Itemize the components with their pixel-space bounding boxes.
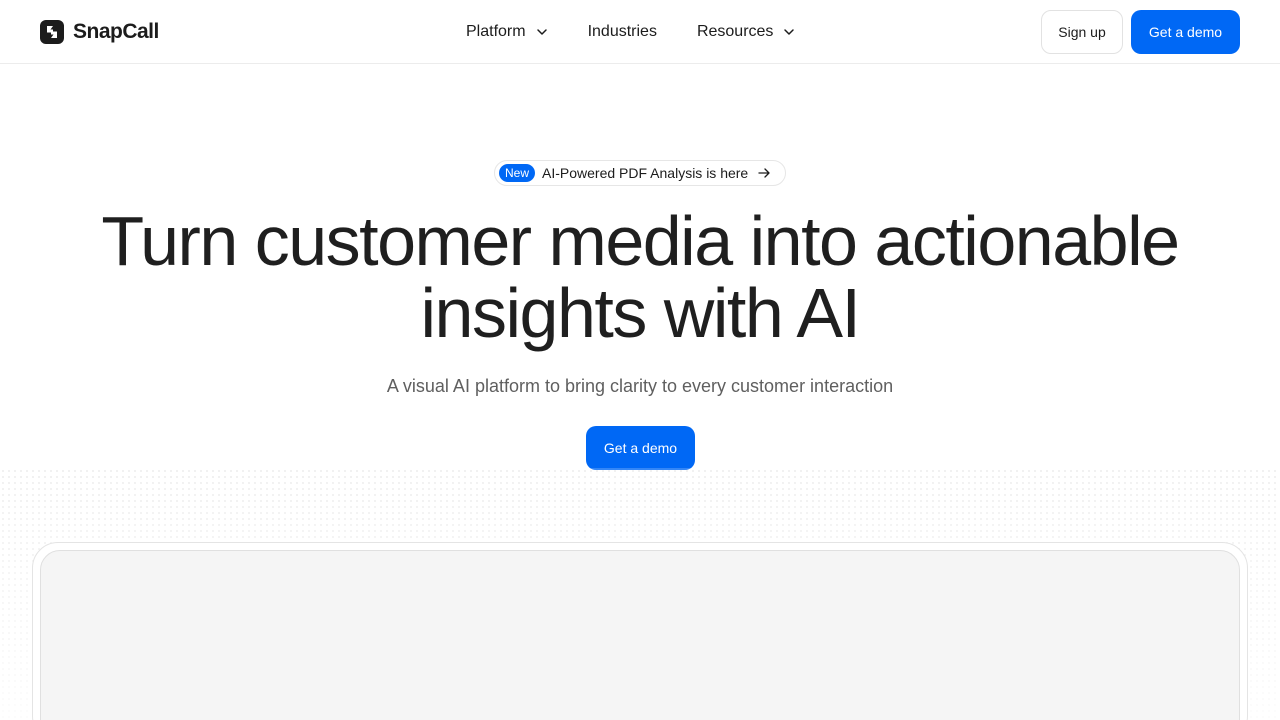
- headline-line-1: Turn customer media into actionable: [101, 202, 1180, 280]
- hero-headline: Turn customer media into actionable insi…: [40, 205, 1240, 349]
- nav-label: Resources: [696, 23, 774, 40]
- new-badge: New: [499, 164, 536, 182]
- sign-up-button[interactable]: Sign up: [1041, 10, 1123, 54]
- nav-item-industries[interactable]: Industries: [588, 23, 657, 41]
- site-header: SnapCall Platform Industries Resources S…: [0, 0, 1280, 64]
- nav-label: Industries: [587, 23, 657, 40]
- brand-name: SnapCall: [73, 20, 159, 43]
- get-demo-button-hero[interactable]: Get a demo: [586, 426, 695, 470]
- product-preview: [40, 550, 1240, 720]
- snapcall-logo-icon: [40, 20, 64, 44]
- main-nav: Platform Industries Resources: [466, 19, 795, 45]
- headline-line-2: insights with AI: [420, 274, 862, 352]
- hero-subheadline: A visual AI platform to bring clarity to…: [386, 376, 894, 396]
- brand-logo[interactable]: SnapCall: [40, 19, 159, 45]
- nav-item-resources[interactable]: Resources: [697, 23, 795, 41]
- arrow-right-icon: [758, 168, 770, 178]
- announcement-text: AI-Powered PDF Analysis is here: [542, 165, 749, 181]
- nav-label: Platform: [466, 23, 526, 40]
- get-demo-button-header[interactable]: Get a demo: [1131, 10, 1240, 54]
- nav-item-platform[interactable]: Platform: [466, 23, 548, 41]
- chevron-down-icon: [784, 29, 795, 35]
- chevron-down-icon: [536, 29, 547, 35]
- announcement-pill[interactable]: New AI-Powered PDF Analysis is here: [494, 160, 786, 186]
